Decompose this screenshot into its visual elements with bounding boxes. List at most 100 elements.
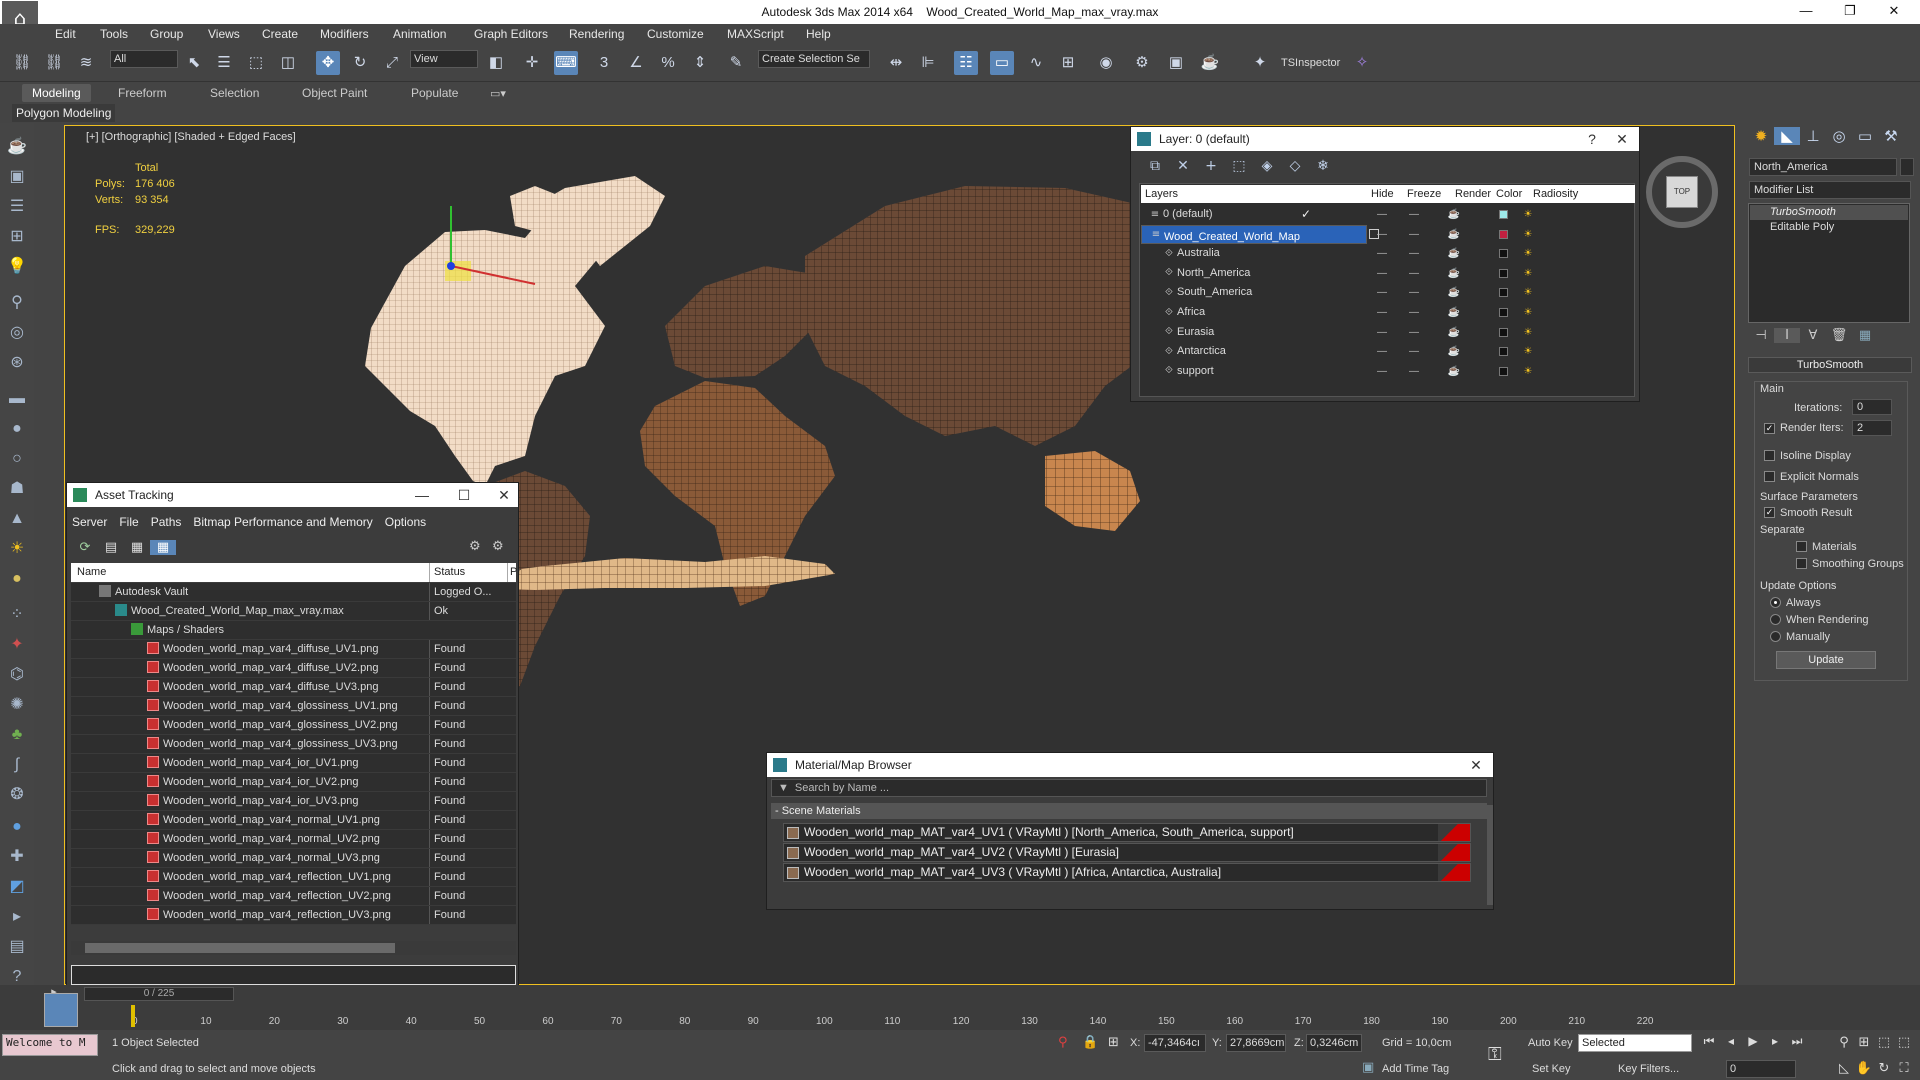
pan-icon[interactable]: ✋ — [1854, 1061, 1874, 1076]
light-icon[interactable]: 💡 — [5, 255, 29, 279]
menu-maxscript[interactable]: MAXScript — [727, 27, 784, 41]
render-toggle-icon[interactable]: ☕ — [1447, 264, 1461, 283]
asset-row[interactable]: Wooden_world_map_var4_ior_UV1.png Found — [71, 754, 516, 773]
helper-icon[interactable]: ⌬ — [5, 663, 29, 687]
col-status[interactable]: Status — [429, 563, 465, 582]
fov-icon[interactable]: ◺ — [1834, 1061, 1854, 1076]
layer-name[interactable]: Wood_Created_World_Map — [1164, 229, 1300, 245]
scene-materials-group[interactable]: - Scene Materials — [771, 803, 1487, 819]
tab-modeling[interactable]: Modeling — [22, 84, 91, 102]
render-icon[interactable]: ▣ — [5, 165, 29, 189]
explicit-normals-checkbox[interactable] — [1764, 471, 1775, 482]
detail-view-icon[interactable]: ▦ — [124, 540, 150, 555]
add-to-layer-icon[interactable]: + — [1197, 158, 1225, 174]
mini-curve-editor-icon[interactable] — [44, 993, 78, 1027]
menu-group[interactable]: Group — [150, 27, 183, 41]
edit-named-selection-icon[interactable]: ✎ — [724, 51, 748, 75]
particles-icon[interactable]: ⁘ — [5, 603, 29, 627]
tsinspector-icon[interactable]: ✦ — [1248, 51, 1272, 75]
asset-row[interactable]: Wood_Created_World_Map_max_vray.max Ok — [71, 602, 516, 621]
freeze-toggle[interactable]: — — [1407, 264, 1421, 283]
minimize-icon[interactable]: — — [1786, 3, 1826, 18]
maximize-viewport-icon[interactable]: ⛶ — [1894, 1061, 1914, 1076]
render-production-icon[interactable]: ☕ — [1198, 51, 1222, 75]
zoom-extents-icon[interactable]: ⬚ — [1874, 1035, 1894, 1050]
asset-menu-server[interactable]: Server — [72, 515, 107, 529]
layer-row[interactable]: ⟐ Africa — [1141, 303, 1637, 322]
layer-name[interactable]: Australia — [1177, 247, 1220, 259]
curve-editor-icon[interactable]: ∿ — [1024, 51, 1048, 75]
maximize-icon[interactable]: ❐ — [1830, 3, 1870, 19]
absolute-mode-icon[interactable]: ⊞ — [1108, 1035, 1119, 1050]
freeze-toggle[interactable]: — — [1407, 303, 1421, 322]
unlink-icon[interactable]: ⛓ — [42, 51, 66, 75]
asset-row[interactable]: Wooden_world_map_var4_normal_UV1.png Foun… — [71, 811, 516, 830]
display-tab-icon[interactable]: ▭ — [1852, 127, 1878, 145]
render-toggle-icon[interactable]: ☕ — [1447, 342, 1461, 361]
col-name[interactable]: Name — [77, 563, 106, 582]
freeze-toggle[interactable]: — — [1407, 342, 1421, 361]
radiosity-icon[interactable]: ☀ — [1521, 303, 1535, 322]
object-name-field[interactable]: North_America — [1749, 158, 1897, 176]
configure-sets-icon[interactable]: ▦ — [1852, 328, 1878, 343]
asset-menu-options[interactable]: Options — [385, 515, 426, 529]
asset-row[interactable]: Wooden_world_map_var4_ior_UV3.png Found — [71, 792, 516, 811]
layer-color-swatch[interactable] — [1499, 210, 1508, 219]
minimize-icon[interactable]: — — [407, 483, 437, 507]
col-color[interactable]: Color — [1496, 185, 1522, 203]
radiosity-icon[interactable]: ☀ — [1521, 342, 1535, 361]
layer-window-title[interactable]: Layer: 0 (default) ? ✕ — [1131, 127, 1639, 151]
asset-row[interactable]: Wooden_world_map_var4_glossiness_UV1.png… — [71, 697, 516, 716]
radiosity-icon[interactable]: ☀ — [1521, 264, 1535, 283]
render-iters-field[interactable]: 2 — [1852, 420, 1892, 436]
asset-row[interactable]: Wooden_world_map_var4_glossiness_UV2.png… — [71, 716, 516, 735]
menu-graph-editors[interactable]: Graph Editors — [474, 27, 548, 41]
update-manually-radio[interactable] — [1770, 631, 1781, 642]
stack-turbosmooth[interactable]: TurboSmooth — [1750, 205, 1908, 220]
go-to-start-icon[interactable]: ⏮ — [1698, 1034, 1720, 1049]
asset-row[interactable]: Maps / Shaders — [71, 621, 516, 640]
render-toggle-icon[interactable]: ☕ — [1447, 205, 1461, 224]
rect-selection-icon[interactable]: ⬚ — [244, 51, 268, 75]
asset-row[interactable]: Wooden_world_map_var4_reflection_UV1.png… — [71, 868, 516, 887]
asset-row[interactable]: Wooden_world_map_var4_reflection_UV3.png… — [71, 906, 516, 925]
modifier-list-dropdown[interactable]: Modifier List — [1749, 181, 1911, 199]
close-icon[interactable]: ✕ — [1461, 753, 1491, 777]
angle-snap-icon[interactable]: ∠ — [624, 51, 648, 75]
circle-icon[interactable]: ○ — [5, 447, 29, 471]
camera-icon[interactable]: ⚲ — [5, 291, 29, 315]
film-icon[interactable]: ⊛ — [5, 351, 29, 375]
freeze-toggle[interactable]: — — [1407, 362, 1421, 381]
freeze-toggle[interactable]: — — [1407, 225, 1421, 244]
hide-toggle[interactable]: — — [1375, 303, 1389, 322]
menu-animation[interactable]: Animation — [393, 27, 446, 41]
dynamics-icon[interactable]: ✦ — [5, 633, 29, 657]
isoline-checkbox[interactable] — [1764, 450, 1775, 461]
asset-hscroll[interactable] — [71, 941, 516, 955]
asset-menu-paths[interactable]: Paths — [151, 515, 182, 529]
previous-frame-icon[interactable]: ◂ — [1720, 1034, 1742, 1048]
layer-color-swatch[interactable] — [1499, 347, 1508, 357]
layer-color-swatch[interactable] — [1499, 268, 1508, 278]
select-by-name-icon[interactable]: ☰ — [212, 51, 236, 75]
layer-color-swatch[interactable] — [1499, 249, 1508, 259]
asset-menu-file[interactable]: File — [119, 515, 138, 529]
window-crossing-icon[interactable]: ◫ — [276, 51, 300, 75]
select-manipulate-icon[interactable]: ✛ — [520, 51, 544, 75]
layer-color-swatch[interactable] — [1499, 229, 1508, 239]
stack-editable-poly[interactable]: Editable Poly — [1750, 220, 1908, 235]
layer-row[interactable]: ≡ 0 (default) — [1141, 205, 1637, 224]
radiosity-icon[interactable]: ☀ — [1521, 244, 1535, 263]
teapot-shape-icon[interactable]: ☗ — [5, 477, 29, 501]
current-frame-field[interactable]: 0 — [1726, 1060, 1796, 1078]
layer-name[interactable]: Antarctica — [1177, 345, 1226, 357]
hide-toggle[interactable]: — — [1375, 225, 1389, 244]
menu-create[interactable]: Create — [262, 27, 298, 41]
render-toggle-icon[interactable]: ☕ — [1447, 303, 1461, 322]
rendered-frame-icon[interactable]: ▣ — [1164, 51, 1188, 75]
y-coordinate[interactable]: 27,8669cm — [1226, 1034, 1286, 1052]
menu-help[interactable]: Help — [806, 27, 831, 41]
material-search[interactable]: ▼ Search by Name ... — [771, 779, 1487, 797]
material-editor-icon[interactable]: ◉ — [1094, 51, 1118, 75]
align-icon[interactable]: ⊫ — [916, 51, 940, 75]
